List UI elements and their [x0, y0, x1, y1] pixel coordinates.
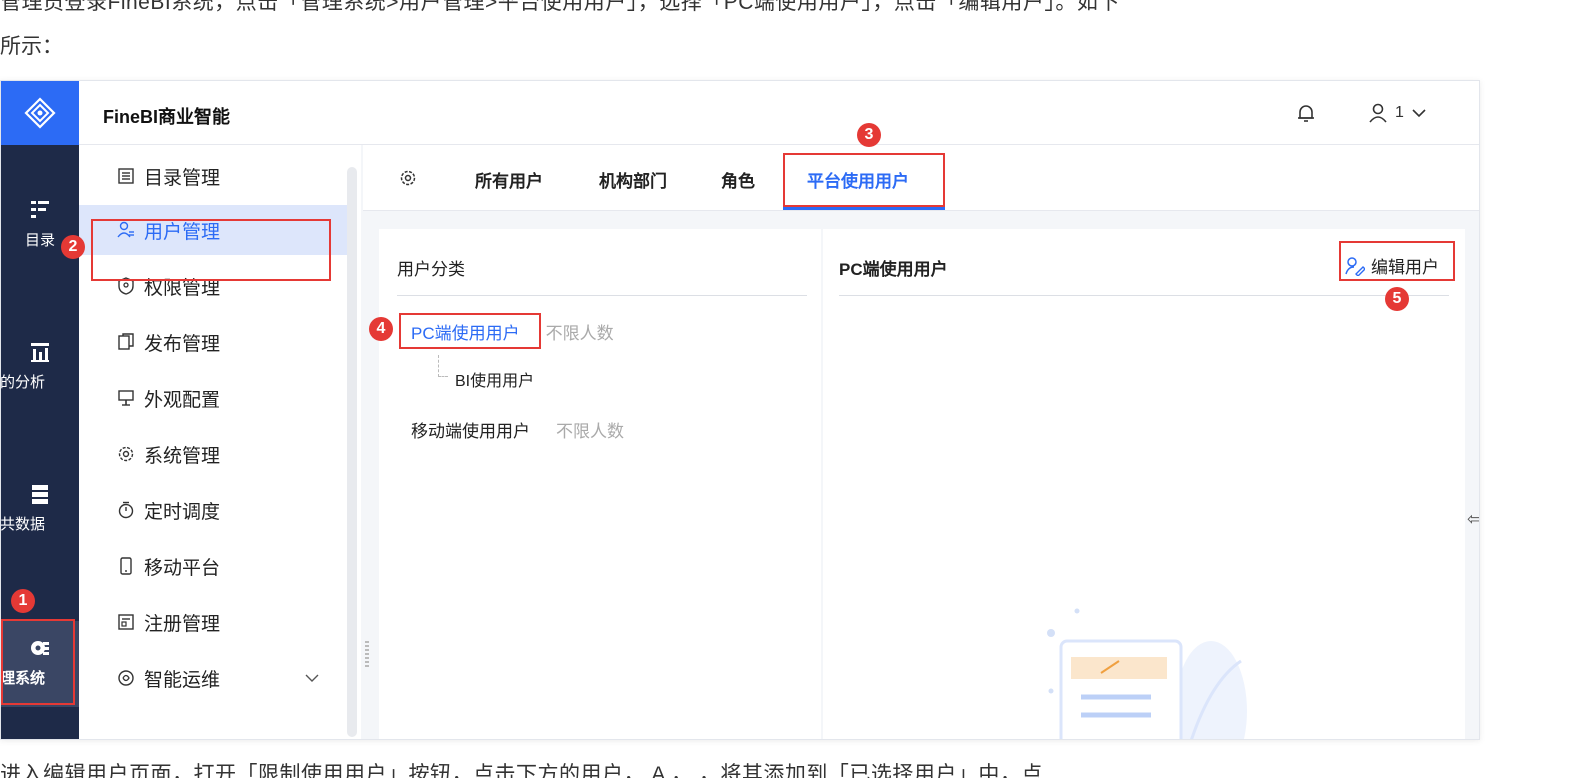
menu-item-label: 智能运维 [144, 669, 221, 691]
nav-item-public-data[interactable]: 公共数据 [1, 483, 79, 534]
bell-icon[interactable] [1297, 103, 1315, 123]
palette-icon [118, 390, 134, 406]
tree-item-count: 不限人数 [556, 422, 624, 441]
data-icon [32, 485, 48, 504]
chevron-down-icon [1412, 109, 1426, 118]
menu-item-ops[interactable]: 智能运维 [79, 653, 349, 703]
menu-item-label: 系统管理 [144, 445, 221, 467]
annotation-box-3 [783, 153, 945, 207]
panel-title: PC端使用用户 [839, 260, 948, 279]
annotation-badge-5: 5 [1385, 287, 1409, 311]
list-icon [118, 168, 134, 184]
annotation-box-2 [91, 219, 331, 281]
cursor-icon: ⇦ [1467, 509, 1479, 530]
app-title: FineBI商业智能 [103, 107, 231, 127]
menu-item-publish[interactable]: 发布管理 [79, 317, 349, 367]
user-category-panel: 用户分类 PC端使用用户 不限人数 BI使用用户 移动端使用用户 不限人数 [379, 229, 821, 739]
resize-grip-icon[interactable] [365, 641, 369, 667]
empty-state-illustration [1047, 608, 1247, 739]
annotation-badge-3: 3 [857, 123, 881, 147]
menu-item-label: 移动平台 [144, 557, 221, 579]
fineb-logo-icon[interactable] [1, 81, 79, 145]
gear-icon [118, 446, 134, 462]
menu-item-label: 发布管理 [144, 333, 221, 355]
catalog-icon [31, 201, 49, 218]
nav-label: 公共数据 [0, 516, 46, 533]
menu-item-appearance[interactable]: 外观配置 [79, 373, 349, 423]
menu-item-system[interactable]: 系统管理 [79, 429, 349, 479]
doc-intro: 管理员登录FineBI系统，点击「管理系统>用户管理>平台使用用户」，选择「PC… [0, 0, 1583, 70]
register-icon [118, 614, 134, 630]
analysis-icon [31, 343, 49, 362]
menu-item-mobile[interactable]: 移动平台 [79, 541, 349, 591]
doc-intro-line2: 所示： [0, 35, 63, 58]
annotation-box-4 [399, 313, 541, 349]
tree-item-mobile-users[interactable]: 移动端使用用户 不限人数 [411, 417, 624, 442]
tab-roles[interactable]: 角色 [721, 167, 755, 192]
top-header: FineBI商业智能 1 [79, 81, 1479, 145]
divider [397, 295, 807, 296]
nav-item-analysis[interactable]: 我的分析 [1, 341, 79, 392]
app-screenshot: 目录 我的分析 公共数据 管理系统 [0, 80, 1480, 740]
annotation-box-1 [1, 619, 75, 705]
menu-item-label: 注册管理 [144, 613, 221, 635]
menu-item-register[interactable]: 注册管理 [79, 597, 349, 647]
ops-icon [118, 670, 134, 686]
nav-label: 我的分析 [0, 374, 46, 391]
user-label: 1 [1395, 104, 1404, 121]
menu-item-label: 外观配置 [144, 389, 221, 411]
timer-icon [118, 501, 134, 519]
menu-scrollbar[interactable] [347, 167, 357, 737]
tab-all-users[interactable]: 所有用户 [475, 167, 543, 192]
menu-item-schedule[interactable]: 定时调度 [79, 485, 349, 535]
tree-connector [438, 355, 448, 377]
doc-intro-line: 管理员登录FineBI系统，点击「管理系统>用户管理>平台使用用户」，选择「PC… [0, 0, 1120, 14]
annotation-badge-4: 4 [369, 317, 393, 341]
menu-item-catalog[interactable]: 目录管理 [79, 151, 349, 201]
tab-departments[interactable]: 机构部门 [599, 167, 667, 192]
menu-item-label: 定时调度 [144, 501, 221, 523]
panel-title: 用户分类 [397, 260, 465, 279]
tree-item-bi-users[interactable]: BI使用用户 [455, 367, 534, 391]
user-icon [1369, 103, 1387, 123]
tree-item-label: 移动端使用用户 [411, 422, 530, 441]
settings-gear-icon[interactable] [399, 169, 417, 187]
user-menu[interactable]: 1 [1369, 103, 1426, 123]
phone-icon [120, 557, 132, 575]
tree-item-label: BI使用用户 [455, 373, 535, 390]
annotation-badge-1: 1 [11, 589, 35, 613]
active-tab-indicator [783, 207, 945, 210]
chevron-down-icon[interactable] [305, 673, 319, 683]
annotation-badge-2: 2 [61, 235, 85, 259]
copy-icon [118, 333, 134, 350]
divider [839, 295, 1449, 296]
annotation-box-5 [1339, 241, 1455, 281]
tree-item-count: 不限人数 [545, 324, 614, 343]
doc-outro: 进入编辑用户页面，打开「限制使用用户」按钮，点击下方的用户， A ， ，将其添加… [0, 763, 1043, 778]
menu-item-label: 目录管理 [144, 167, 221, 189]
